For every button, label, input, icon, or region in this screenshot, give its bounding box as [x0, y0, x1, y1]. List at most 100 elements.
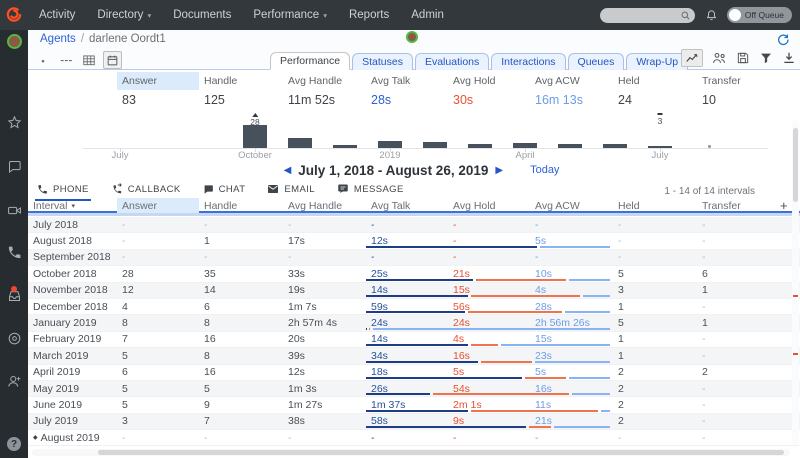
- table-row[interactable]: July 2018 - - - - - - - -: [28, 217, 800, 234]
- save-icon[interactable]: [736, 51, 750, 65]
- summary-metric-label[interactable]: Avg Handle: [283, 72, 366, 90]
- cell-value: 5: [618, 267, 624, 280]
- next-range-icon[interactable]: ▶: [488, 165, 510, 176]
- vertical-scrollbar[interactable]: [792, 120, 799, 445]
- filter-icon[interactable]: [759, 51, 773, 65]
- chart-bar[interactable]: [423, 142, 447, 148]
- table-row[interactable]: November 2018 12 14 19s 14s 15s 4s 3 1: [28, 282, 800, 299]
- chart-bar[interactable]: [468, 143, 492, 148]
- table-row[interactable]: October 2018 28 35 33s 25s 21s 10s 5 6: [28, 266, 800, 283]
- chart-bar[interactable]: [243, 125, 267, 148]
- duration-bar: [366, 426, 613, 429]
- table-row[interactable]: September 2018- - - - - - - -: [28, 249, 800, 267]
- chart-bar[interactable]: [558, 143, 582, 148]
- cell-value: 7: [122, 333, 128, 346]
- table-grid-icon[interactable]: [80, 52, 97, 68]
- table-row[interactable]: March 2019 5 8 39s 34s 16s 23s 1-: [28, 348, 800, 365]
- column-header-avg-handle[interactable]: Avg Handle: [283, 198, 366, 213]
- help-icon[interactable]: ?: [0, 437, 28, 451]
- horizontal-scrollbar-thumb[interactable]: [98, 450, 784, 455]
- chat-icon[interactable]: [0, 159, 28, 174]
- date-range-label[interactable]: July 1, 2018 - August 26, 2019: [298, 163, 488, 178]
- global-search[interactable]: [599, 7, 695, 23]
- table-row[interactable]: June 2019 5 9 1m 27s 1m 37s 2m 1s 11s 2-: [28, 397, 800, 414]
- trend-chart-toggle-icon[interactable]: [681, 49, 703, 67]
- answer-cell: 5: [117, 399, 199, 411]
- column-header-handle[interactable]: Handle: [199, 198, 283, 213]
- column-header-held[interactable]: Held: [613, 198, 697, 213]
- user-avatar[interactable]: [0, 34, 28, 49]
- favorites-star-icon[interactable]: [0, 115, 28, 130]
- agent-presence-avatar[interactable]: [406, 31, 418, 43]
- nav-item-activity[interactable]: Activity: [28, 0, 86, 30]
- date-range-nav: ◀ July 1, 2018 - August 26, 2019 ▶ Today: [32, 160, 800, 180]
- summary-metric-label[interactable]: Answer: [117, 72, 199, 90]
- column-header-avg-hold[interactable]: Avg Hold: [448, 198, 530, 213]
- agent-name: darlene Oordt1: [89, 33, 166, 45]
- chart-bar[interactable]: [333, 144, 357, 148]
- download-icon[interactable]: [782, 51, 796, 65]
- column-header-avg-acw[interactable]: Avg ACW: [530, 198, 613, 213]
- summary-metric-label[interactable]: Held: [613, 72, 697, 90]
- notifications-bell-icon[interactable]: [705, 9, 718, 22]
- column-header-transfer[interactable]: Transfer: [697, 198, 780, 213]
- tab-wrap-up[interactable]: Wrap-Up: [626, 53, 689, 70]
- summary-metric-label[interactable]: Handle: [199, 72, 283, 90]
- nav-item-reports[interactable]: Reports: [338, 0, 400, 30]
- table-row[interactable]: April 2019 6 16 12s 18s 5s 5s 2 2: [28, 365, 800, 381]
- horizontal-scrollbar[interactable]: [32, 449, 790, 456]
- avg-handle-cell: -: [283, 432, 366, 444]
- column-header-interval[interactable]: Interval ▾: [28, 198, 117, 213]
- nav-item-directory[interactable]: Directory ▾: [86, 0, 162, 30]
- cell-value: 16: [204, 333, 216, 346]
- held-cell: 5: [613, 268, 697, 280]
- chart-bar[interactable]: [288, 138, 312, 148]
- table-row[interactable]: December 2018 4 6 1m 7s 59s 56s 28s 1-: [28, 299, 800, 316]
- chart-bar[interactable]: [603, 143, 627, 148]
- duration-bar: [366, 278, 613, 281]
- genesys-logo-icon[interactable]: [0, 0, 28, 30]
- column-header-avg-talk[interactable]: Avg Talk: [366, 198, 448, 213]
- summary-metric-label[interactable]: Avg ACW: [530, 72, 613, 90]
- cell-value: -: [702, 333, 706, 346]
- compare-agents-icon[interactable]: [712, 51, 727, 66]
- contacts-person-icon[interactable]: [0, 374, 28, 389]
- search-input[interactable]: [607, 10, 680, 20]
- breadcrumb-agents-link[interactable]: Agents: [40, 33, 76, 45]
- cell-value: 6: [122, 366, 128, 379]
- video-icon[interactable]: [0, 203, 28, 218]
- column-header-answer[interactable]: Answer: [117, 198, 199, 213]
- avg-acw-cell: -: [530, 432, 613, 444]
- today-button[interactable]: Today: [530, 164, 559, 176]
- vertical-scrollbar-thumb[interactable]: [793, 128, 798, 202]
- tab-statuses[interactable]: Statuses: [352, 53, 413, 70]
- refresh-icon[interactable]: [776, 32, 790, 46]
- phone-icon[interactable]: [0, 245, 28, 260]
- summary-metric-label[interactable]: Avg Hold: [448, 72, 530, 90]
- tab-evaluations[interactable]: Evaluations: [414, 53, 490, 70]
- summary-metric-label[interactable]: Transfer: [697, 72, 780, 90]
- interactions-target-icon[interactable]: [0, 331, 28, 346]
- tab-queues[interactable]: Queues: [567, 53, 625, 70]
- tab-performance[interactable]: Performance: [270, 52, 351, 70]
- dash-view-icon[interactable]: [57, 52, 74, 68]
- table-row[interactable]: July 2019 3 7 38s 58s 9s 21s 2-: [28, 413, 800, 431]
- prev-range-icon[interactable]: ◀: [277, 165, 299, 176]
- table-row[interactable]: ◆ August 2019- - - - - - - -: [28, 430, 800, 447]
- calendar-button[interactable]: [103, 51, 122, 69]
- point-view-icon[interactable]: [34, 52, 51, 68]
- table-row[interactable]: August 2018-1 17s 12s -5s - -: [28, 233, 800, 250]
- handle-cell: 16: [199, 366, 283, 378]
- nav-item-documents[interactable]: Documents: [162, 0, 242, 30]
- tab-interactions[interactable]: Interactions: [491, 53, 566, 70]
- nav-item-performance[interactable]: Performance ▾: [242, 0, 338, 30]
- voicemail-inbox-icon[interactable]: [0, 286, 28, 303]
- table-row[interactable]: January 2019 8 8 2h 57m 4s 24s 24s 2h 56m 26s 5…: [28, 315, 800, 332]
- notification-badge: [10, 286, 17, 292]
- nav-item-admin[interactable]: Admin: [400, 0, 455, 30]
- avg-acw-cell: -: [530, 219, 613, 231]
- summary-metric-label[interactable]: Avg Talk: [366, 72, 448, 90]
- table-row[interactable]: February 2019 7 16 20s 14s 4s 15s 1-: [28, 332, 800, 349]
- queue-status-toggle[interactable]: Off Queue: [726, 7, 792, 23]
- table-row[interactable]: May 2019 5 5 1m 3s 26s 54s 16s 2-: [28, 380, 800, 398]
